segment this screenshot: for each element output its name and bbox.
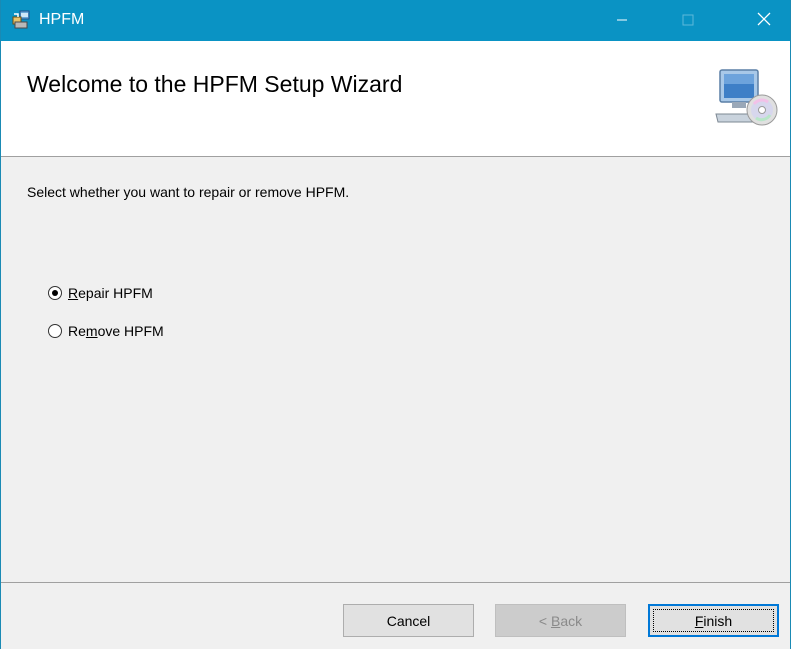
wizard-header: Welcome to the HPFM Setup Wizard bbox=[1, 41, 790, 157]
remove-radio[interactable] bbox=[48, 324, 62, 338]
maximize-button[interactable] bbox=[665, 0, 711, 41]
repair-label[interactable]: Repair HPFM bbox=[68, 285, 153, 301]
back-label: < Back bbox=[538, 612, 583, 629]
remove-option[interactable]: Remove HPFM bbox=[48, 323, 164, 339]
page-title: Welcome to the HPFM Setup Wizard bbox=[27, 71, 403, 97]
finish-button[interactable]: Finish bbox=[648, 604, 779, 637]
window-title: HPFM bbox=[39, 11, 85, 28]
close-icon bbox=[757, 12, 771, 29]
footer-divider bbox=[1, 582, 790, 583]
computer-cd-icon bbox=[714, 68, 780, 132]
title-bar[interactable]: HPFM bbox=[1, 0, 790, 41]
instruction-text: Select whether you want to repair or rem… bbox=[27, 184, 350, 200]
maximize-icon bbox=[682, 13, 694, 29]
cancel-button[interactable]: Cancel bbox=[343, 604, 474, 637]
repair-radio[interactable] bbox=[48, 286, 62, 300]
repair-option[interactable]: Repair HPFM bbox=[48, 285, 153, 301]
minimize-icon bbox=[616, 13, 628, 29]
radio-selected-dot bbox=[52, 290, 58, 296]
minimize-button[interactable] bbox=[599, 0, 645, 41]
setup-wizard-window: HPFM Welcome to the HPFM Setup Wizard Se… bbox=[0, 0, 791, 649]
back-button[interactable]: < Back bbox=[495, 604, 626, 637]
close-button[interactable] bbox=[741, 0, 787, 41]
remove-label[interactable]: Remove HPFM bbox=[68, 323, 164, 339]
focus-rectangle bbox=[653, 609, 774, 632]
installer-app-icon bbox=[11, 10, 31, 30]
